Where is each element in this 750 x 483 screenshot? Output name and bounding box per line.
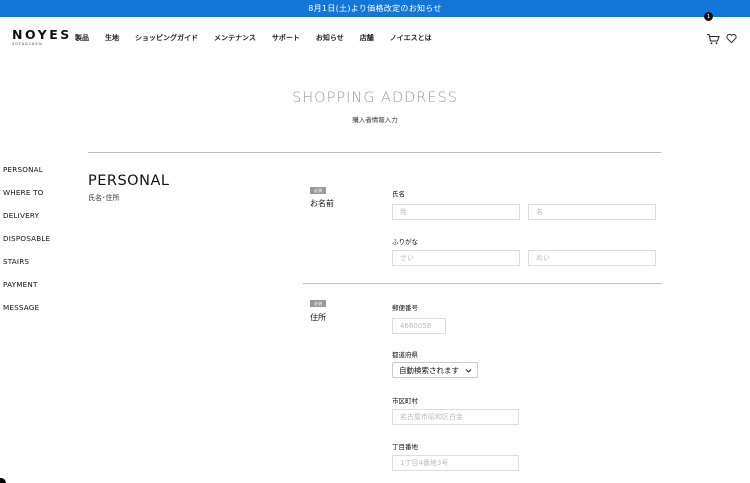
- announcement-banner[interactable]: 8月1日(土)より価格改定のお知らせ: [0, 0, 750, 17]
- step-nav-message[interactable]: MESSAGE: [3, 303, 50, 326]
- prefecture-select[interactable]: 自動検索されます: [392, 362, 478, 378]
- furigana-label: ふりがな: [392, 238, 418, 246]
- logo-text: NOYES: [12, 27, 72, 42]
- logo-subtext: SOFA&100%: [12, 42, 43, 46]
- nav-item-news[interactable]: お知らせ: [316, 33, 344, 43]
- divider: [88, 152, 661, 153]
- heart-icon[interactable]: [726, 33, 737, 44]
- prefecture-selected-value: 自動検索されます: [399, 365, 459, 375]
- section-subheading: 氏名･住所: [88, 194, 120, 202]
- step-nav-personal[interactable]: PERSONAL: [3, 165, 50, 188]
- nav-item-stores[interactable]: 店舗: [360, 33, 374, 43]
- required-badge: 必須: [310, 187, 326, 194]
- step-nav-payment[interactable]: PAYMENT: [3, 280, 50, 303]
- name-group-label: お名前: [310, 199, 334, 208]
- nav-item-fabric[interactable]: 生地: [105, 33, 119, 43]
- section-heading: PERSONAL: [88, 173, 170, 189]
- cart-count-badge: 1: [704, 12, 713, 21]
- nav-item-shopping-guide[interactable]: ショッピングガイド: [135, 33, 198, 43]
- required-badge: 必須: [310, 300, 326, 307]
- first-name-input[interactable]: 名: [528, 204, 656, 220]
- nav-item-support[interactable]: サポート: [272, 33, 300, 43]
- step-nav-disposable[interactable]: DISPOSABLE: [3, 234, 50, 257]
- first-name-kana-input[interactable]: めい: [528, 250, 656, 266]
- nav-item-products[interactable]: 製品: [75, 33, 89, 43]
- step-nav-stairs[interactable]: STAIRS: [3, 257, 50, 280]
- last-name-kana-input[interactable]: せい: [392, 250, 520, 266]
- street-input[interactable]: 1丁目4番地3号: [392, 455, 519, 471]
- postal-code-input[interactable]: 4660058: [392, 318, 446, 334]
- cart-icon[interactable]: [706, 33, 720, 45]
- city-label: 市区町村: [392, 397, 418, 405]
- nav-item-maintenance[interactable]: メンテナンス: [214, 33, 256, 43]
- logo[interactable]: NOYES SOFA&100%: [12, 28, 72, 46]
- last-name-input[interactable]: 姓: [392, 204, 520, 220]
- page-title: SHOPPING ADDRESS: [292, 90, 458, 106]
- window-corner: [0, 478, 6, 483]
- divider: [303, 283, 661, 284]
- step-nav-delivery[interactable]: DELIVERY: [3, 211, 50, 234]
- announcement-text[interactable]: 8月1日(土)より価格改定のお知らせ: [308, 3, 442, 14]
- street-label: 丁目番地: [392, 443, 418, 451]
- full-name-label: 氏名: [392, 190, 405, 198]
- main-nav: 製品 生地 ショッピングガイド メンテナンス サポート お知らせ 店舗 ノイエス…: [75, 33, 448, 43]
- nav-item-about[interactable]: ノイエスとは: [390, 33, 432, 43]
- prefecture-label: 都道府県: [392, 351, 418, 359]
- chevron-down-icon: [465, 369, 472, 373]
- city-input[interactable]: 名古屋市昭和区白金: [392, 409, 519, 425]
- step-nav-where-to[interactable]: WHERE TO: [3, 188, 50, 211]
- address-group-label: 住所: [310, 313, 326, 322]
- step-nav: PERSONAL WHERE TO DELIVERY DISPOSABLE ST…: [3, 165, 50, 326]
- page-subtitle: 購入者情報入力: [352, 116, 398, 124]
- postal-code-label: 郵便番号: [392, 304, 418, 312]
- site-header: NOYES SOFA&100% 製品 生地 ショッピングガイド メンテナンス サ…: [0, 17, 750, 61]
